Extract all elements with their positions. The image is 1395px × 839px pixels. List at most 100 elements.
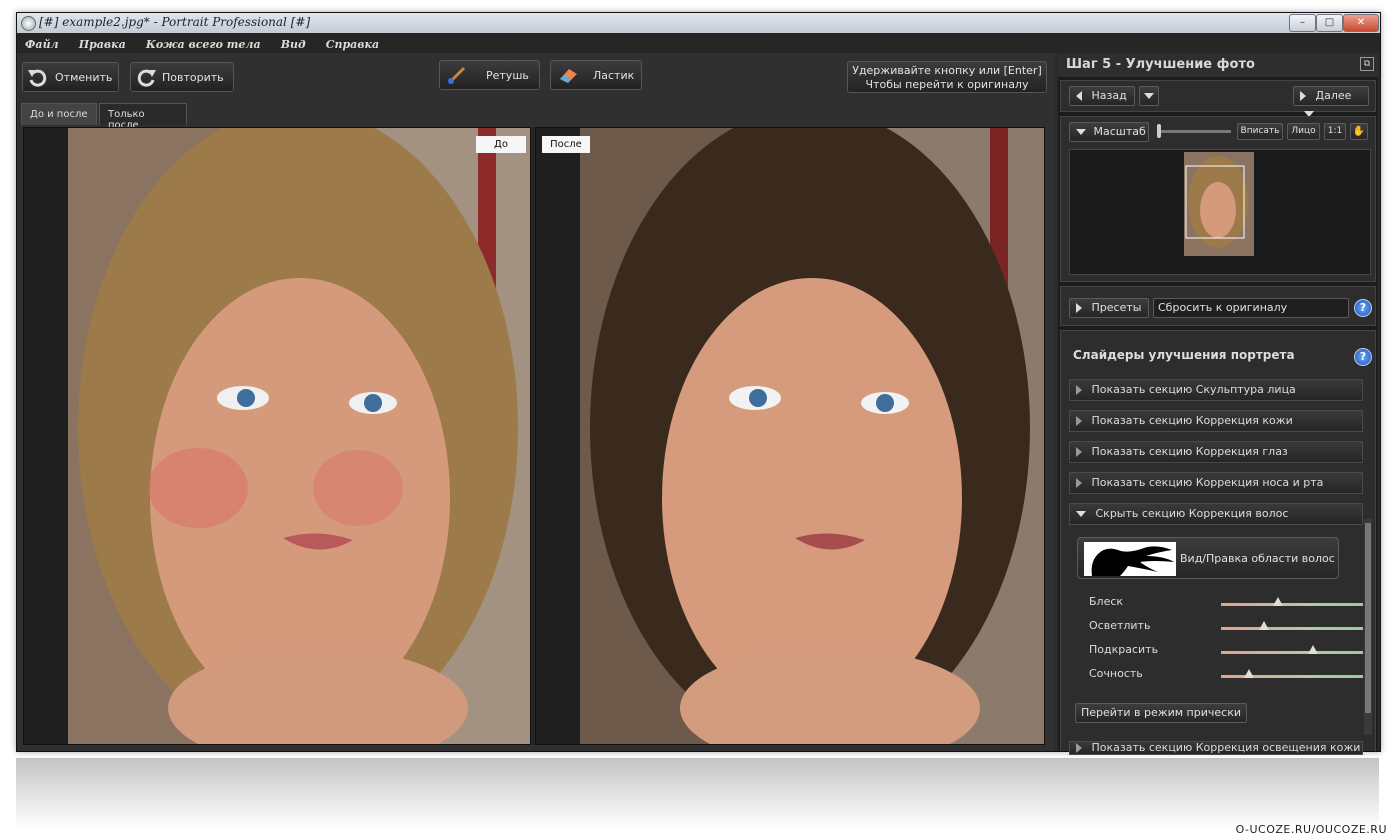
close-button[interactable]: ✕	[1343, 14, 1379, 32]
fit-button[interactable]: Вписать	[1237, 123, 1283, 140]
slider-track[interactable]	[1221, 651, 1363, 654]
redo-icon	[137, 69, 156, 87]
face-zoom-button[interactable]: Лицо	[1287, 123, 1320, 140]
sliders-scrollbar[interactable]	[1364, 519, 1372, 735]
section-skin-lighting[interactable]: Показать секцию Коррекция освещения кожи	[1069, 741, 1363, 755]
section-nose-mouth-correction[interactable]: Показать секцию Коррекция носа и рта	[1069, 472, 1363, 494]
next-arrow-icon	[1300, 91, 1306, 101]
eraser-button[interactable]: Ластик	[550, 60, 642, 90]
sliders-help-icon[interactable]: ?	[1354, 348, 1372, 366]
zoom-toggle-button[interactable]: Масштаб	[1069, 122, 1149, 142]
undo-icon	[28, 69, 47, 87]
section-face-sculpt[interactable]: Показать секцию Скульптура лица	[1069, 379, 1363, 401]
sliders-title: Слайдеры улучшения портрета	[1073, 348, 1295, 362]
expand-icon	[1076, 478, 1082, 488]
slider-thumb[interactable]	[1308, 645, 1319, 654]
slider-label: Сочность	[1089, 667, 1143, 680]
presets-select[interactable]: Сбросить к оригиналу	[1153, 298, 1349, 318]
menu-bar: Файл Правка Кожа всего тела Вид Справка	[17, 33, 1380, 53]
next-button[interactable]: Далее	[1293, 86, 1369, 117]
watermark: O-UCOZE.RU/OUCOZE.RU	[1235, 823, 1387, 836]
app-window: [#] example2.jpg* - Portrait Professiona…	[16, 12, 1381, 755]
panel-pin-icon[interactable]: ⧉	[1360, 57, 1374, 71]
hairstyle-mode-button[interactable]: Перейти в режим прически	[1075, 703, 1247, 723]
zoom-slider-track[interactable]	[1157, 130, 1231, 133]
presets-panel: Пресеты Сбросить к оригиналу ?	[1060, 286, 1376, 326]
section-label: Показать секцию Скульптура лица	[1091, 383, 1296, 396]
maximize-button[interactable]: □	[1316, 14, 1343, 32]
compare-hint-button[interactable]: Удерживайте кнопку или [Enter] Чтобы пер…	[847, 61, 1047, 93]
hint-line-1: Удерживайте кнопку или [Enter]	[852, 64, 1042, 77]
presets-label: Пресеты	[1091, 301, 1142, 314]
eraser-icon	[560, 69, 577, 83]
redo-button[interactable]: Повторить	[130, 62, 234, 92]
presets-button[interactable]: Пресеты	[1069, 298, 1149, 318]
minimize-button[interactable]: –	[1289, 14, 1316, 32]
slider-thumb[interactable]	[1244, 669, 1255, 678]
step-dropdown-button[interactable]	[1139, 86, 1159, 106]
menu-body-skin[interactable]: Кожа всего тела	[146, 38, 261, 51]
undo-button[interactable]: Отменить	[22, 62, 119, 92]
hand-tool-icon[interactable]: ✋	[1350, 123, 1368, 140]
section-eye-correction[interactable]: Показать секцию Коррекция глаз	[1069, 441, 1363, 463]
slider-thumb[interactable]	[1258, 621, 1269, 630]
slider-track[interactable]	[1221, 627, 1363, 630]
tab-before-after[interactable]: До и после	[21, 103, 97, 125]
menu-view[interactable]: Вид	[281, 38, 306, 51]
after-photo	[580, 128, 1044, 744]
slider-lighten: Осветлить	[1089, 619, 1369, 637]
step-title: Шаг 5 - Улучшение фото	[1066, 57, 1255, 72]
retouch-button[interactable]: Ретушь	[439, 60, 540, 90]
presets-help-icon[interactable]: ?	[1354, 299, 1372, 317]
one-to-one-button[interactable]: 1:1	[1324, 123, 1346, 140]
window-reflection	[16, 758, 1379, 828]
expand-icon	[1076, 743, 1082, 753]
expand-icon	[1076, 447, 1082, 457]
presets-arrow-icon	[1076, 303, 1082, 313]
section-label: Показать секцию Коррекция носа и рта	[1091, 476, 1324, 489]
section-label: Скрыть секцию Коррекция волос	[1095, 507, 1289, 520]
zoom-slider-thumb[interactable]	[1157, 124, 1161, 138]
before-pane: До	[23, 127, 531, 745]
hair-silhouette-icon	[1084, 542, 1176, 576]
slider-label: Блеск	[1089, 595, 1124, 608]
slider-thumb[interactable]	[1272, 597, 1283, 606]
zoom-collapse-icon	[1076, 129, 1086, 135]
zoom-label: Масштаб	[1093, 125, 1146, 138]
slider-track[interactable]	[1221, 603, 1363, 606]
slider-label: Подкрасить	[1089, 643, 1159, 656]
slider-vibrance: Сочность	[1089, 667, 1369, 685]
brush-icon	[448, 66, 466, 84]
navigation-panel: Назад Далее	[1060, 80, 1376, 117]
menu-edit[interactable]: Правка	[79, 38, 126, 51]
back-arrow-icon	[1076, 91, 1082, 101]
back-button[interactable]: Назад	[1069, 86, 1135, 106]
retouch-label: Ретушь	[486, 69, 529, 82]
title-bar: [#] example2.jpg* - Portrait Professiona…	[17, 13, 1380, 34]
slider-track[interactable]	[1221, 675, 1363, 678]
hair-area-button[interactable]: Вид/Правка области волос	[1077, 537, 1339, 579]
slider-shine: Блеск	[1089, 595, 1369, 613]
sidebar: Шаг 5 - Улучшение фото ⧉ Назад Далее Мас…	[1058, 53, 1378, 755]
menu-file[interactable]: Файл	[25, 38, 59, 51]
section-hair-correction[interactable]: Скрыть секцию Коррекция волос	[1069, 503, 1363, 525]
menu-help[interactable]: Справка	[326, 38, 379, 51]
section-skin-correction[interactable]: Показать секцию Коррекция кожи	[1069, 410, 1363, 432]
next-label: Далее	[1315, 89, 1352, 102]
collapse-icon	[1076, 511, 1086, 517]
expand-icon	[1076, 416, 1082, 426]
section-label: Показать секцию Коррекция кожи	[1091, 414, 1293, 427]
tab-after-only[interactable]: Только после	[99, 103, 187, 131]
sliders-panel: Слайдеры улучшения портрета ? Показать с…	[1060, 330, 1376, 755]
slider-tint: Подкрасить	[1089, 643, 1369, 661]
navigator-preview[interactable]	[1069, 149, 1371, 275]
navigator-thumbnail	[1184, 152, 1254, 256]
section-label: Показать секцию Коррекция глаз	[1091, 445, 1288, 458]
redo-label: Повторить	[162, 71, 224, 84]
slider-label: Осветлить	[1089, 619, 1151, 632]
zoom-panel: Масштаб Вписать Лицо 1:1 ✋	[1060, 116, 1376, 282]
window-title: [#] example2.jpg* - Portrait Professiona…	[39, 15, 311, 29]
photo-area: До После	[23, 127, 1045, 745]
after-label: После	[542, 136, 590, 153]
scrollbar-thumb[interactable]	[1365, 523, 1371, 713]
